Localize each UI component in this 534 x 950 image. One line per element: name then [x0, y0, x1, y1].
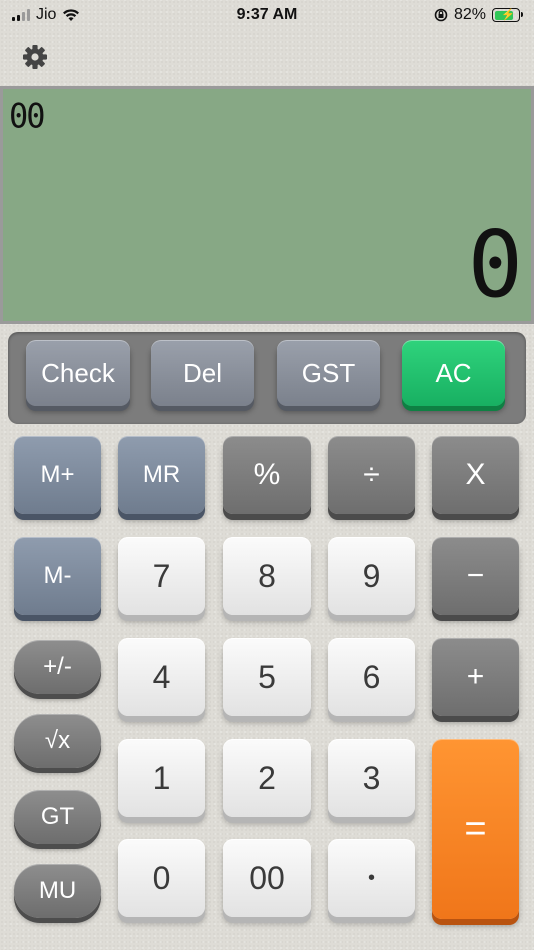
gst-button[interactable]: GST [277, 340, 380, 406]
plus-minus-label: +/- [43, 653, 72, 680]
minus-button[interactable]: − [432, 537, 519, 615]
battery-charging-icon: ⚡ [492, 8, 523, 22]
plus-minus-button[interactable]: +/- [14, 640, 101, 694]
percent-label: % [253, 458, 281, 491]
equals-label: = [464, 807, 487, 850]
mr-label: MR [142, 461, 181, 488]
digit-6-button[interactable]: 6 [328, 638, 415, 716]
m-plus-label: M+ [40, 461, 75, 488]
del-label: Del [182, 357, 222, 388]
multiply-label: X [465, 458, 486, 491]
mu-button[interactable]: MU [14, 864, 101, 918]
digit-3-label: 3 [362, 759, 381, 796]
display-secondary: 00 [9, 96, 46, 136]
digit-5-button[interactable]: 5 [223, 638, 311, 716]
status-right: 82% ⚡ [434, 6, 523, 24]
status-bar: Jio 9:37 AM 82% ⚡ [0, 0, 534, 32]
digit-1-button[interactable]: 1 [118, 739, 205, 817]
digit-7-button[interactable]: 7 [118, 537, 205, 615]
m-minus-label: M- [43, 562, 72, 589]
mr-button[interactable]: MR [118, 436, 205, 514]
equals-button[interactable]: = [432, 739, 519, 919]
ac-label: AC [435, 357, 472, 388]
gt-button[interactable]: GT [14, 790, 101, 844]
gst-label: GST [301, 357, 356, 388]
digit-6-label: 6 [362, 658, 381, 695]
digit-8-button[interactable]: 8 [223, 537, 311, 615]
digit-4-label: 4 [152, 658, 171, 695]
decimal-label: • [367, 866, 375, 889]
m-minus-button[interactable]: M- [14, 537, 101, 615]
divide-label: ÷ [363, 458, 380, 491]
gt-label: GT [40, 803, 75, 830]
plus-button[interactable]: + [432, 638, 519, 716]
digit-3-button[interactable]: 3 [328, 739, 415, 817]
check-button[interactable]: Check [26, 340, 130, 406]
plus-label: + [466, 660, 485, 693]
lcd-display: 00 0 [0, 86, 534, 324]
multiply-button[interactable]: X [432, 436, 519, 514]
percent-button[interactable]: % [223, 436, 311, 514]
digit-1-label: 1 [152, 759, 171, 796]
battery-percent: 82% [453, 6, 486, 23]
mu-label: MU [38, 877, 77, 904]
digit-0-label: 0 [152, 859, 171, 896]
display-main-value: 0 [467, 211, 523, 318]
digit-2-label: 2 [258, 759, 276, 796]
gear-icon [23, 45, 47, 69]
double-zero-label: 00 [249, 859, 285, 896]
digit-9-button[interactable]: 9 [328, 537, 415, 615]
rotation-lock-icon [434, 8, 448, 22]
digit-5-label: 5 [258, 658, 276, 695]
sqrt-label: √x [44, 727, 71, 754]
digit-0-button[interactable]: 0 [118, 839, 205, 917]
divide-button[interactable]: ÷ [328, 436, 415, 514]
digit-8-label: 8 [258, 557, 276, 594]
digit-4-button[interactable]: 4 [118, 638, 205, 716]
ac-button[interactable]: AC [402, 340, 505, 406]
m-plus-button[interactable]: M+ [14, 436, 101, 514]
digit-2-button[interactable]: 2 [223, 739, 311, 817]
del-button[interactable]: Del [151, 340, 254, 406]
double-zero-button[interactable]: 00 [223, 839, 311, 917]
digit-7-label: 7 [152, 557, 171, 594]
settings-button[interactable] [20, 42, 50, 72]
sqrt-button[interactable]: √x [14, 714, 101, 768]
minus-label: − [466, 559, 485, 592]
check-label: Check [41, 357, 115, 388]
digit-9-label: 9 [362, 557, 381, 594]
decimal-button[interactable]: • [328, 839, 415, 917]
